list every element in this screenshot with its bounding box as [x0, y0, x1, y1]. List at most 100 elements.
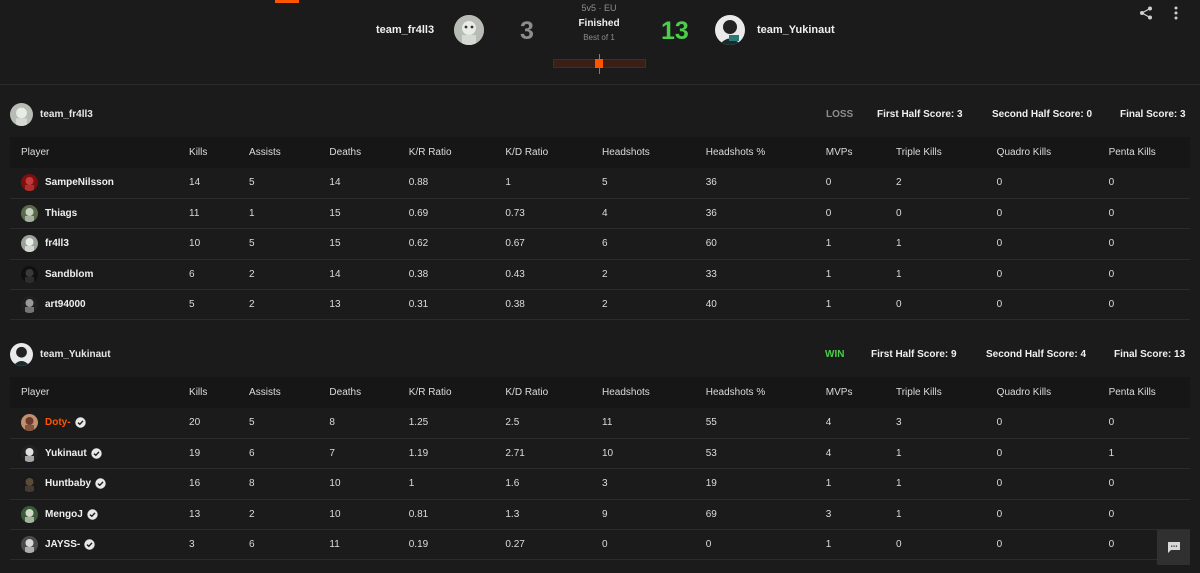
column-header-quadro-kills: Quadro Kills	[996, 147, 1052, 158]
player-avatar[interactable]	[21, 174, 38, 192]
stat-headshots: 36	[705, 177, 717, 189]
player-info[interactable]: Yukinaut	[21, 445, 189, 463]
player-name[interactable]: Yukinaut	[45, 448, 87, 459]
column-header-mvps: MVPs	[825, 147, 853, 158]
player-name[interactable]: MengoJ	[45, 509, 83, 520]
team1-score: 3	[520, 17, 534, 45]
player-info[interactable]: Doty-	[21, 414, 189, 432]
player-info[interactable]: Thiags	[21, 205, 189, 223]
stat-headshots: 19	[705, 478, 717, 490]
player-avatar[interactable]	[21, 296, 38, 314]
player-cell: fr4ll3	[10, 229, 189, 259]
player-info[interactable]: fr4ll3	[21, 235, 189, 253]
player-info[interactable]: SampeNilsson	[21, 174, 189, 192]
player-name[interactable]: JAYSS-	[45, 539, 80, 550]
player-avatar[interactable]	[21, 414, 38, 432]
stat-kills: 13	[189, 508, 201, 520]
stat-assists: 8	[249, 478, 255, 490]
stat-k-r-ratio: 0.62	[408, 238, 429, 250]
chat-icon[interactable]	[1157, 530, 1190, 565]
match-status: Finished	[578, 18, 620, 29]
team2-summary: team_Yukinaut WIN First Half Score: 9 Se…	[10, 341, 1190, 369]
player-name[interactable]: Thiags	[45, 208, 77, 219]
stat-triple-kills: 0	[895, 299, 902, 311]
stat-deaths: 10	[329, 478, 341, 490]
player-name[interactable]: Sandblom	[45, 269, 93, 280]
stat-penta-kills: 0	[1108, 208, 1115, 220]
team1-name[interactable]: team_fr4ll3	[376, 24, 434, 36]
stat-penta-kills: 0	[1108, 299, 1115, 311]
player-avatar[interactable]	[21, 265, 38, 283]
team2-section-avatar	[10, 343, 33, 366]
stat-headshots: 53	[705, 448, 717, 460]
stat-assists: 2	[249, 268, 255, 280]
player-name[interactable]: Huntbaby	[45, 478, 91, 489]
player-avatar[interactable]	[21, 235, 38, 253]
player-info[interactable]: Sandblom	[21, 265, 189, 283]
player-avatar[interactable]	[21, 475, 38, 493]
team1-result: LOSS	[826, 109, 854, 120]
player-info[interactable]: art94000	[21, 296, 189, 314]
stat-deaths: 15	[329, 238, 341, 250]
player-cell: SampeNilsson	[10, 168, 189, 198]
stat-headshots: 33	[705, 268, 717, 280]
stat-triple-kills: 1	[895, 238, 902, 250]
player-name[interactable]: Doty-	[45, 417, 71, 428]
player-info[interactable]: JAYSS-	[21, 536, 189, 554]
team1-avatar[interactable]	[454, 15, 484, 45]
verified-badge-icon	[90, 448, 102, 459]
team1-table-body: SampeNilsson 14 5 14 0.88 1 5 36 0 2 0 0 Thiags 11 1 15…	[10, 168, 1190, 320]
stat-k-r-ratio: 0.81	[408, 508, 429, 520]
player-avatar[interactable]	[21, 205, 38, 223]
player-cell: Yukinaut	[10, 438, 189, 468]
table-row: Sandblom 6 2 14 0.38 0.43 2 33 1 1 0 0	[10, 259, 1190, 290]
stat-headshots: 69	[705, 508, 717, 520]
stat-k-d-ratio: 2.5	[505, 417, 520, 429]
stat-k-r-ratio: 0.19	[408, 539, 429, 551]
player-info[interactable]: MengoJ	[21, 505, 189, 523]
player-avatar[interactable]	[21, 536, 38, 554]
share-icon[interactable]	[1138, 5, 1154, 21]
player-name[interactable]: SampeNilsson	[45, 177, 114, 188]
player-name[interactable]: art94000	[45, 299, 86, 310]
team2-section-name[interactable]: team_Yukinaut	[40, 349, 111, 360]
player-cell: Sandblom	[10, 259, 189, 289]
stat-kills: 6	[189, 268, 195, 280]
team2-avatar[interactable]	[715, 15, 745, 45]
stat-assists: 5	[249, 417, 255, 429]
player-cell: Huntbaby	[10, 469, 189, 499]
stat-quadro-kills: 0	[996, 417, 1003, 429]
stat-deaths: 8	[329, 417, 335, 429]
team1-second-half: Second Half Score: 0	[992, 109, 1093, 120]
column-header-player: Player	[21, 147, 50, 158]
player-info[interactable]: Huntbaby	[21, 475, 189, 493]
player-name[interactable]: fr4ll3	[45, 238, 69, 249]
team2-section: team_Yukinaut WIN First Half Score: 9 Se…	[10, 341, 1190, 566]
team2-name[interactable]: team_Yukinaut	[757, 24, 835, 36]
stat-headshots: 6	[602, 238, 608, 250]
team2-score: 13	[661, 17, 689, 45]
team1-stats-table: Player Kills Assists Deaths K/R Ratio K/D Rat…	[10, 137, 1190, 320]
table-row: SampeNilsson 14 5 14 0.88 1 5 36 0 2 0 0	[10, 168, 1190, 199]
column-header-triple-kills: Triple Kills	[895, 147, 942, 158]
stat-assists: 5	[249, 177, 255, 189]
column-header-deaths: Deaths	[329, 387, 362, 398]
team1-table-header: Player Kills Assists Deaths K/R Ratio K/D Rat…	[10, 137, 1190, 168]
stat-assists: 2	[249, 508, 255, 520]
player-cell: Doty-	[10, 408, 189, 438]
verified-badge-icon	[87, 509, 98, 520]
stat-assists: 6	[249, 448, 255, 460]
table-row: JAYSS- 3 6 11 0.19 0.27 0 0 1 0 0 0	[10, 530, 1190, 560]
stat-mvps: 0	[825, 208, 832, 220]
stat-penta-kills: 0	[1108, 478, 1115, 490]
team1-section-name[interactable]: team_fr4ll3	[40, 109, 93, 120]
stat-mvps: 1	[825, 539, 832, 551]
stat-penta-kills: 0	[1108, 417, 1115, 429]
more-vertical-icon[interactable]	[1168, 5, 1184, 21]
stat-mvps: 1	[825, 268, 832, 280]
player-avatar[interactable]	[21, 445, 38, 463]
player-avatar[interactable]	[21, 505, 38, 523]
team1-summary: team_fr4ll3 LOSS First Half Score: 3 Sec…	[10, 101, 1190, 129]
stat-k-r-ratio: 1.25	[408, 417, 429, 429]
team2-stats-table: Player Kills Assists Deaths K/R Ratio K/D Rat…	[10, 377, 1190, 560]
